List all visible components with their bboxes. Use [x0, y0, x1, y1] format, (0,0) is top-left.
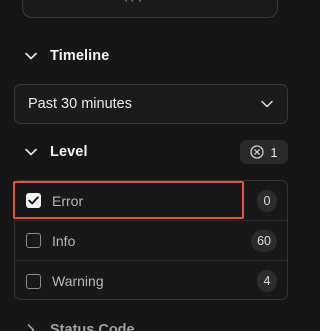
checkmark-icon [28, 196, 39, 205]
filter-panel: ( ) ) Timeline Past 30 minutes Level 1 E… [0, 0, 296, 331]
level-option-count: 4 [257, 270, 277, 292]
chevron-right-icon [24, 323, 38, 331]
level-option-warning[interactable]: Warning 4 [15, 261, 287, 299]
level-option-error[interactable]: Error 0 [15, 181, 287, 221]
timeline-select-value: Past 30 minutes [28, 96, 132, 112]
level-option-count: 0 [257, 189, 277, 212]
search-field[interactable]: ( ) ) [22, 0, 278, 18]
search-field-value: ( ) ) [123, 0, 143, 4]
level-option-label: Error [52, 192, 84, 209]
info-checkbox[interactable] [26, 233, 41, 248]
level-option-label: Warning [52, 273, 104, 289]
timeline-select[interactable]: Past 30 minutes [14, 84, 288, 124]
close-circle-icon [250, 145, 265, 159]
timeline-section-header[interactable]: Timeline [14, 44, 288, 68]
chevron-down-icon [24, 49, 38, 63]
active-filter-count: 1 [270, 144, 278, 160]
warning-checkbox[interactable] [26, 273, 41, 289]
level-option-info[interactable]: Info 60 [15, 221, 287, 261]
level-options-list: Error 0 Info 60 Warning 4 [14, 180, 288, 300]
level-option-count: 60 [251, 229, 277, 252]
level-option-label: Info [52, 232, 76, 249]
chevron-down-icon [260, 97, 274, 111]
timeline-title: Timeline [50, 48, 110, 64]
chevron-down-icon [24, 145, 38, 159]
error-checkbox[interactable] [26, 193, 41, 208]
clear-level-filter-button[interactable]: 1 [240, 140, 288, 164]
level-title: Level [50, 144, 88, 160]
status-code-section-header[interactable]: Status Code [14, 318, 288, 331]
status-code-title: Status Code [50, 322, 135, 331]
